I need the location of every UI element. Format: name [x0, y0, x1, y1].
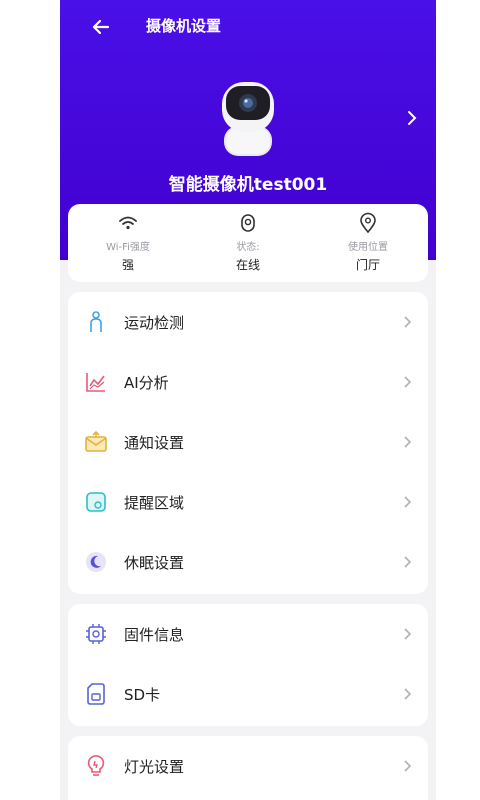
- chevron-right-icon: [404, 316, 412, 328]
- menu-item-sleep-settings[interactable]: 休眠设置: [68, 532, 428, 592]
- location-label: 使用位置: [348, 242, 388, 253]
- menu-item-alert-area[interactable]: 提醒区域: [68, 472, 428, 532]
- state-label: 状态:: [236, 242, 260, 253]
- settings-group-1: 运动检测 AI分析 通知设置 提醒区域 休眠设置: [68, 292, 428, 594]
- menu-label: SD卡: [124, 686, 161, 704]
- device-name: 智能摄像机test001: [168, 175, 328, 195]
- location-value: 门厅: [355, 258, 380, 272]
- chevron-right-icon: [404, 760, 412, 772]
- location-pin-icon: [360, 212, 376, 234]
- phone-screen: 摄像机设置 智能摄像机test001 Wi-Fi强度 强 状态: 在线 使用位置…: [60, 0, 436, 800]
- area-icon: [86, 492, 106, 512]
- chevron-right-icon: [404, 436, 412, 448]
- menu-label: 运动检测: [124, 314, 185, 332]
- settings-group-3: 灯光设置: [68, 736, 428, 800]
- menu-label: 通知设置: [124, 434, 185, 452]
- state-value: 在线: [235, 258, 260, 272]
- sd-card-icon: [87, 683, 105, 705]
- wifi-label: Wi-Fi强度: [106, 242, 150, 253]
- status-icon: [241, 214, 255, 232]
- chip-icon: [86, 624, 106, 644]
- menu-item-sd-card[interactable]: SD卡: [68, 664, 428, 724]
- chevron-right-icon: [404, 376, 412, 388]
- chevron-right-icon[interactable]: [402, 108, 422, 128]
- chevron-right-icon: [404, 628, 412, 640]
- menu-label: 休眠设置: [124, 554, 185, 572]
- settings-group-2: 固件信息 SD卡: [68, 604, 428, 726]
- menu-label: AI分析: [124, 374, 169, 392]
- wifi-value: 强: [121, 258, 134, 272]
- menu-label: 灯光设置: [124, 758, 185, 776]
- chevron-right-icon: [404, 496, 412, 508]
- menu-label: 固件信息: [124, 626, 185, 644]
- moon-icon: [86, 552, 106, 572]
- page-title: 摄像机设置: [146, 17, 222, 35]
- wifi-icon: [119, 216, 137, 230]
- status-location[interactable]: 使用位置 门厅: [308, 212, 428, 273]
- mail-icon: [85, 430, 107, 452]
- chevron-right-icon: [404, 688, 412, 700]
- status-state: 状态: 在线: [188, 212, 308, 273]
- person-icon: [90, 311, 102, 332]
- camera-device-image: [222, 82, 274, 156]
- chart-icon: [86, 373, 105, 392]
- status-card: Wi-Fi强度 强 状态: 在线 使用位置 门厅: [68, 204, 428, 282]
- bulb-icon: [87, 755, 105, 776]
- menu-item-firmware-info[interactable]: 固件信息: [68, 604, 428, 664]
- menu-item-notification-settings[interactable]: 通知设置: [68, 412, 428, 472]
- back-arrow-icon[interactable]: [88, 14, 114, 40]
- chevron-right-icon: [404, 556, 412, 568]
- menu-item-motion-detection[interactable]: 运动检测: [68, 292, 428, 352]
- menu-item-light-settings[interactable]: 灯光设置: [68, 736, 428, 796]
- menu-label: 提醒区域: [124, 494, 185, 512]
- status-wifi: Wi-Fi强度 强: [68, 212, 188, 273]
- menu-item-ai-analysis[interactable]: AI分析: [68, 352, 428, 412]
